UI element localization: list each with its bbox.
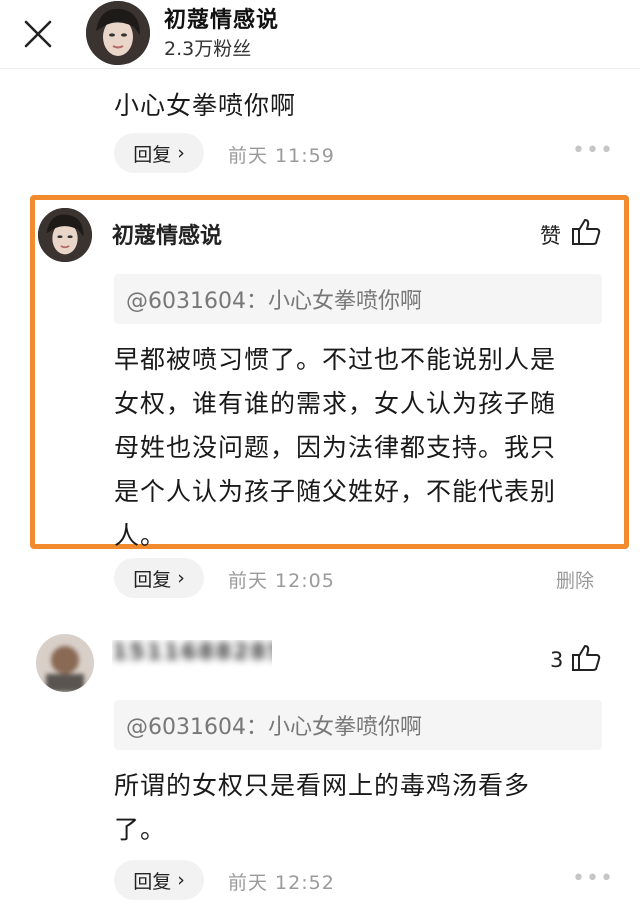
comment-2-quote: @6031604：小心女拳喷你啊 <box>114 274 602 324</box>
header-fan-count: 2.3万粉丝 <box>164 38 252 60</box>
comment-2-line: 早都被喷习惯了。不过也不能说别人是 <box>114 345 557 374</box>
chevron-right-icon: › <box>177 869 185 891</box>
comment-3-author: 15116882851 <box>112 640 272 665</box>
author-avatar[interactable] <box>86 1 150 65</box>
reply-label: 回复 <box>133 143 172 166</box>
comment-2-reply-button[interactable]: 回复 › <box>114 558 204 598</box>
comment-3-line: 所谓的女权只是看网上的毒鸡汤看多 <box>114 771 531 800</box>
comment-3-time: 前天 12:52 <box>228 872 335 894</box>
close-icon[interactable] <box>18 14 58 54</box>
chevron-right-icon: › <box>177 567 185 589</box>
comment-2-line: 母姓也没问题，因为法律都支持。我只 <box>114 433 557 462</box>
comment-2-time: 前天 12:05 <box>228 570 335 592</box>
comment-3-body: 所谓的女权只是看网上的毒鸡汤看多 了。 <box>114 764 530 852</box>
comment-1-time: 前天 11:59 <box>228 145 335 167</box>
reply-label: 回复 <box>133 870 172 893</box>
comment-2-avatar[interactable] <box>38 208 92 262</box>
reply-label: 回复 <box>133 568 172 591</box>
comment-2-author[interactable]: 初蔻情感说 <box>112 218 222 250</box>
comment-2-like-label[interactable]: 赞 <box>540 220 561 250</box>
comment-1-text: 小心女拳喷你啊 <box>114 91 297 120</box>
comment-2-line: 是个人认为孩子随父姓好，不能代表别 <box>114 477 557 506</box>
thumbs-up-icon[interactable] <box>570 642 602 674</box>
thumbs-up-icon[interactable] <box>570 216 602 248</box>
comment-2-delete-button[interactable]: 删除 <box>556 566 594 593</box>
more-options-icon[interactable]: ••• <box>572 138 614 163</box>
comment-2-line: 女权，谁有谁的需求，女人认为孩子随 <box>114 389 557 418</box>
comment-3-line: 了。 <box>114 815 167 844</box>
comment-3-quote: @6031604：小心女拳喷你啊 <box>114 700 602 750</box>
chevron-right-icon: › <box>177 142 185 164</box>
header-author-name[interactable]: 初蔻情感说 <box>164 2 279 34</box>
comment-2-line: 人。 <box>114 521 167 550</box>
comment-1-reply-button[interactable]: 回复 › <box>114 133 204 173</box>
comment-3-like-count: 3 <box>550 648 564 672</box>
more-options-icon[interactable]: ••• <box>572 866 614 891</box>
comment-3-reply-button[interactable]: 回复 › <box>114 860 204 900</box>
comment-2-body: 早都被喷习惯了。不过也不能说别人是 女权，谁有谁的需求，女人认为孩子随 母姓也没… <box>114 338 556 558</box>
comment-3-avatar[interactable] <box>36 634 94 692</box>
comment-3-author-wrap[interactable]: 15116882851 <box>112 640 272 670</box>
